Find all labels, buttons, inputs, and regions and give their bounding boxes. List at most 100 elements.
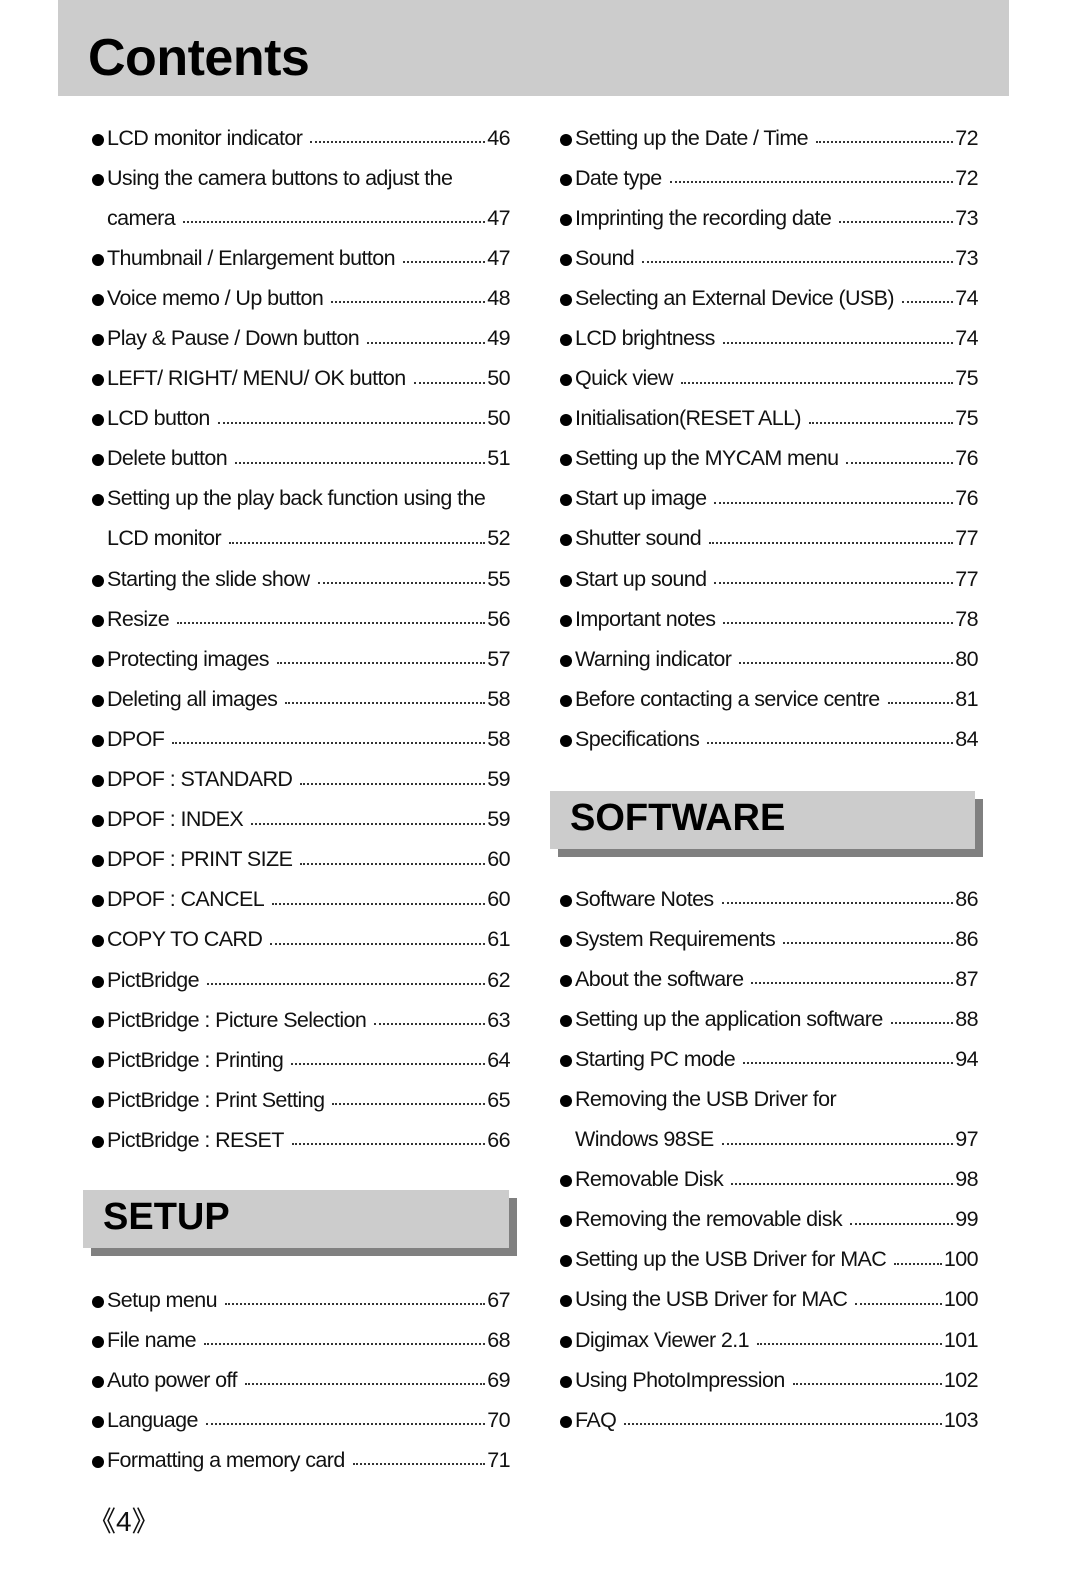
bullet-icon — [92, 414, 104, 427]
toc-entry[interactable]: Warning indicator 80 — [560, 639, 979, 679]
toc-entry[interactable]: Using PhotoImpression 102 — [560, 1360, 979, 1400]
toc-setup-list: Setup menu 67 File name 68 Auto power off 69 L… — [92, 1280, 511, 1480]
toc-entry[interactable]: Formatting a memory card 71 — [92, 1440, 511, 1480]
toc-entry-label: Windows 98SE — [575, 1127, 714, 1152]
toc-entry[interactable]: PictBridge 62 — [92, 960, 511, 1000]
toc-entry[interactable]: DPOF : CANCEL 60 — [92, 880, 511, 920]
bullet-icon — [560, 213, 572, 226]
toc-entry-label: Delete button — [107, 446, 228, 471]
toc-entry[interactable]: File name 68 — [92, 1320, 511, 1360]
toc-entry-page: 65 — [487, 1087, 510, 1112]
dot-leader — [402, 261, 486, 264]
toc-entry-page: 97 — [955, 1127, 978, 1152]
dot-leader — [332, 1103, 486, 1106]
toc-entry[interactable]: Setting up the play back function using … — [92, 479, 510, 519]
toc-entry[interactable]: LCD button 50 — [92, 399, 511, 439]
toc-entry[interactable]: Thumbnail / Enlargement button 47 — [92, 238, 511, 278]
toc-entry[interactable]: Removable Disk 98 — [560, 1160, 979, 1200]
toc-entry[interactable]: Setting up the application software 88 — [560, 999, 979, 1039]
toc-entry[interactable]: Using the camera buttons to adjust the — [92, 158, 510, 198]
toc-entry-label: Sound — [575, 245, 635, 270]
toc-entry-page: 87 — [955, 966, 978, 991]
toc-entry[interactable]: Start up sound 77 — [560, 559, 979, 599]
bullet-icon — [560, 1095, 572, 1108]
bullet-icon — [560, 894, 572, 907]
dot-leader — [751, 982, 954, 985]
software-section-heading: SOFTWARE — [550, 791, 975, 849]
toc-entry-label: Starting the slide show — [107, 566, 310, 591]
dot-leader — [680, 381, 954, 384]
toc-entry[interactable]: Digimax Viewer 2.1 101 — [560, 1320, 979, 1360]
bullet-icon — [560, 574, 572, 587]
toc-entry[interactable]: Starting the slide show 55 — [92, 559, 511, 599]
bullet-icon — [92, 855, 104, 868]
toc-entry-label: Software Notes — [575, 886, 714, 911]
toc-entry[interactable]: DPOF 58 — [92, 719, 511, 759]
bullet-icon — [92, 374, 104, 387]
bullet-icon — [92, 815, 104, 828]
toc-entry[interactable]: Setting up the Date / Time 72 — [560, 118, 979, 158]
toc-entry[interactable]: Software Notes 86 — [560, 879, 979, 919]
toc-entry[interactable]: About the software 87 — [560, 959, 979, 999]
toc-entry[interactable]: Setting up the USB Driver for MAC 100 — [560, 1240, 979, 1280]
toc-entry[interactable]: PictBridge : Picture Selection 63 — [92, 1000, 511, 1040]
toc-entry-label: Using PhotoImpression — [575, 1367, 785, 1392]
toc-entry[interactable]: Removing the removable disk 99 — [560, 1200, 979, 1240]
toc-entry[interactable]: System Requirements 86 — [560, 919, 979, 959]
toc-entry[interactable]: Important notes 78 — [560, 599, 979, 639]
toc-entry[interactable]: LEFT/ RIGHT/ MENU/ OK button 50 — [92, 359, 511, 399]
toc-entry[interactable]: LCD monitor indicator 46 — [92, 118, 511, 158]
toc-entry[interactable]: Sound 73 — [560, 238, 979, 278]
software-heading-text: SOFTWARE — [570, 797, 786, 839]
toc-entry[interactable]: Setting up the MYCAM menu 76 — [560, 439, 979, 479]
toc-entry[interactable]: Setup menu 67 — [92, 1280, 511, 1320]
toc-entry[interactable]: FAQ 103 — [560, 1400, 979, 1440]
toc-entry[interactable]: Initialisation(RESET ALL) 75 — [560, 399, 979, 439]
toc-entry-page: 84 — [955, 726, 978, 751]
toc-entry-label: Before contacting a service centre — [575, 686, 880, 711]
toc-entry[interactable]: Resize 56 — [92, 599, 511, 639]
toc-entry[interactable]: DPOF : PRINT SIZE 60 — [92, 840, 511, 880]
toc-entry[interactable]: PictBridge : RESET 66 — [92, 1120, 511, 1160]
toc-entry-label: PictBridge — [107, 967, 200, 992]
dot-leader — [890, 1022, 954, 1025]
toc-entry[interactable]: Voice memo / Up button 48 — [92, 278, 511, 318]
toc-entry[interactable]: Starting PC mode 94 — [560, 1039, 979, 1079]
toc-entry[interactable]: Protecting images 57 — [92, 639, 511, 679]
toc-entry[interactable]: DPOF : INDEX 59 — [92, 800, 511, 840]
toc-entry[interactable]: Before contacting a service centre 81 — [560, 679, 979, 719]
toc-entry[interactable]: PictBridge : Print Setting 65 — [92, 1080, 511, 1120]
toc-entry-page: 81 — [955, 686, 978, 711]
toc-entry[interactable]: Date type 72 — [560, 158, 979, 198]
toc-entry[interactable]: Start up image 76 — [560, 479, 979, 519]
bullet-icon — [92, 775, 104, 788]
toc-entry[interactable]: Windows 98SE 97 — [560, 1120, 979, 1160]
bullet-icon — [560, 1255, 572, 1268]
bullet-icon — [560, 1295, 572, 1308]
toc-entry[interactable]: DPOF : STANDARD 59 — [92, 760, 511, 800]
toc-entry[interactable]: Language 70 — [92, 1400, 511, 1440]
toc-entry[interactable]: PictBridge : Printing 64 — [92, 1040, 511, 1080]
toc-entry[interactable]: COPY TO CARD 61 — [92, 920, 511, 960]
toc-entry[interactable]: Play & Pause / Down button 49 — [92, 318, 511, 358]
toc-entry[interactable]: Imprinting the recording date 73 — [560, 198, 979, 238]
toc-entry[interactable]: Delete button 51 — [92, 439, 511, 479]
toc-entry[interactable]: Using the USB Driver for MAC 100 — [560, 1280, 979, 1320]
toc-entry[interactable]: Shutter sound 77 — [560, 519, 979, 559]
toc-entry-label: About the software — [575, 966, 744, 991]
toc-entry[interactable]: Auto power off 69 — [92, 1360, 511, 1400]
toc-entry[interactable]: Quick view 75 — [560, 359, 979, 399]
dot-leader — [642, 261, 954, 264]
toc-entry[interactable]: Removing the USB Driver for — [560, 1079, 978, 1119]
bullet-icon — [92, 1015, 104, 1028]
toc-entry-page: 100 — [943, 1247, 979, 1272]
toc-entry[interactable]: LCD brightness 74 — [560, 318, 979, 358]
toc-entry[interactable]: Selecting an External Device (USB) 74 — [560, 278, 979, 318]
page-title: Contents — [88, 29, 310, 87]
bullet-icon — [560, 1014, 572, 1027]
toc-entry[interactable]: LCD monitor 52 — [92, 519, 511, 559]
toc-entry[interactable]: camera 47 — [92, 198, 511, 238]
toc-entry[interactable]: Deleting all images 58 — [92, 679, 511, 719]
toc-entry[interactable]: Specifications 84 — [560, 719, 979, 759]
toc-entry-page: 62 — [487, 967, 510, 992]
